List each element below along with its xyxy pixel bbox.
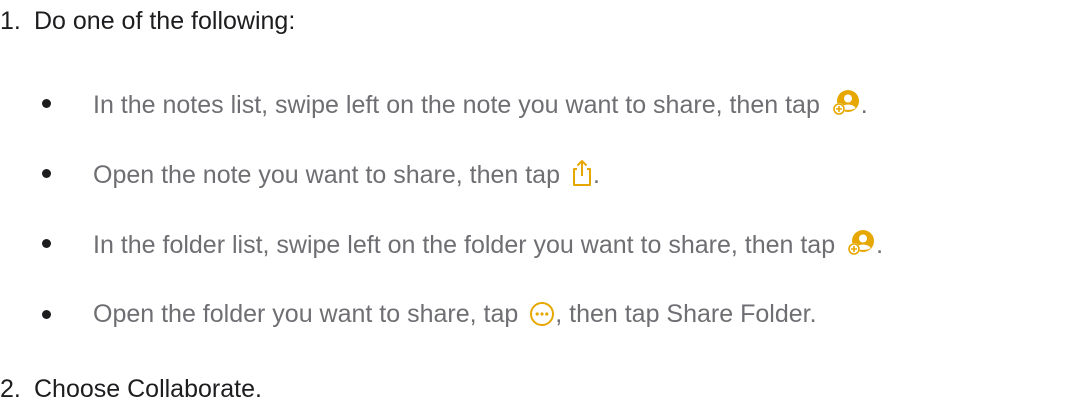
list-item-suffix: . [876, 231, 884, 259]
step-number: 1. [0, 7, 21, 35]
list-item-suffix: . [860, 91, 868, 119]
list-item: Open the note you want to share, then ta… [42, 158, 600, 190]
step-number: 2. [0, 375, 21, 403]
list-item-text: Open the folder you want to share, tap [93, 300, 519, 328]
bullet-dot [42, 310, 51, 319]
step-1: 1. Do one of the following: [0, 6, 295, 36]
step-text: Choose Collaborate. [34, 375, 262, 403]
list-item-text: In the folder list, swipe left on the fo… [93, 231, 836, 259]
list-item-suffix: , then tap Share Folder. [555, 300, 817, 328]
bullet-dot [42, 99, 51, 108]
list-item-text: Open the note you want to share, then ta… [93, 161, 560, 189]
step-text: Do one of the following: [34, 7, 296, 35]
list-item-text: In the notes list, swipe left on the not… [93, 91, 820, 119]
list-item: In the folder list, swipe left on the fo… [42, 228, 883, 260]
add-person-icon [846, 228, 876, 258]
add-person-icon [831, 88, 861, 118]
list-item-suffix: . [592, 161, 600, 189]
list-item: Open the folder you want to share, tap ,… [42, 299, 817, 329]
bullet-dot [42, 239, 51, 248]
share-icon [571, 158, 593, 188]
bullet-dot [42, 169, 51, 178]
list-item: In the notes list, swipe left on the not… [42, 88, 868, 120]
more-icon [529, 301, 555, 327]
step-2: 2. Choose Collaborate. [0, 374, 262, 404]
